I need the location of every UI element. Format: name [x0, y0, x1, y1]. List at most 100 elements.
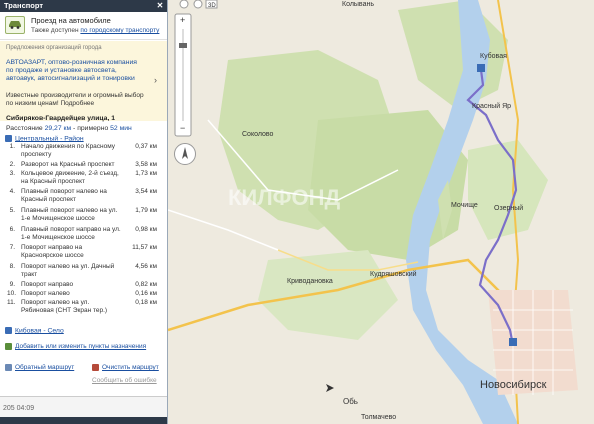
- step-text: Плавный поворот направо на ул. 1-е Мочищ…: [21, 226, 121, 241]
- zoom-in-button[interactable]: +: [180, 15, 185, 25]
- distance-value: 29,27 км: [44, 125, 72, 132]
- end-pin-icon: [5, 327, 12, 334]
- step-text: Поворот направо: [21, 281, 74, 288]
- road: [168, 209, 279, 251]
- step-distance: 0,37 км: [135, 143, 157, 150]
- step-distance: 1,79 км: [135, 207, 157, 214]
- clear-route: Очистить маршрут: [92, 364, 159, 371]
- add-points-link[interactable]: Добавить или изменить пункты назначения: [15, 343, 146, 350]
- step-number: 6.: [9, 226, 15, 233]
- clear-route-link[interactable]: Очистить маршрут: [102, 364, 159, 371]
- step-text: Плавный поворот налево на ул. 1-е Мочище…: [21, 207, 118, 222]
- ad-text: Известные производители и огромный выбор…: [6, 92, 144, 107]
- step-distance: 0,16 км: [135, 290, 157, 297]
- end-marker-icon[interactable]: [477, 64, 485, 72]
- time-value: 52 мин: [110, 125, 132, 132]
- step-text: Поворот направо на Красноярское шоссе: [21, 244, 84, 259]
- sidebar-title: Транспорт: [4, 1, 44, 10]
- route-end: Кибовая - Село: [5, 327, 64, 334]
- reverse-route: Обратный маршрут: [5, 364, 74, 371]
- label-kudryashovsky: Кудряшовский: [370, 270, 417, 278]
- status-text: 205 04:09: [3, 405, 35, 412]
- step-number: 7.: [9, 244, 15, 251]
- add-points: Добавить или изменить пункты назначения: [5, 343, 146, 350]
- time-label: - примерно: [73, 125, 109, 132]
- 3d-label: 3D: [208, 3, 216, 9]
- route-sidebar: Транспорт ✕ Проезд на автомобиле Также д…: [0, 0, 168, 424]
- add-icon: [5, 343, 12, 350]
- distance-label: Расстояние: [6, 125, 43, 132]
- sidebar-header: Транспорт ✕: [0, 0, 167, 12]
- step-number: 4.: [9, 188, 15, 195]
- airport-icon: [326, 384, 334, 392]
- compass-icon[interactable]: [174, 143, 196, 165]
- reverse-route-link[interactable]: Обратный маршрут: [15, 364, 74, 371]
- step-distance: 0,18 км: [135, 299, 157, 306]
- report-error-link[interactable]: Сообщить об ошибке: [92, 377, 157, 384]
- step-number: 1.: [9, 143, 15, 150]
- map-canvas[interactable]: Кубовая Красный Яр Соколово Мочище Озерн…: [168, 0, 594, 424]
- step-text: Начало движения по Красному проспекту: [21, 143, 116, 158]
- step-distance: 0,82 км: [135, 281, 157, 288]
- locate-icon[interactable]: [179, 0, 189, 9]
- step-distance: 11,57 км: [132, 244, 157, 251]
- step-distance: 4,56 км: [135, 263, 157, 270]
- step-number: 8.: [9, 263, 15, 270]
- sidebar-footer: [0, 417, 167, 424]
- label-kubovaya: Кубовая: [480, 52, 507, 60]
- reverse-icon: [5, 364, 12, 371]
- label-ozerny: Озерный: [494, 204, 523, 212]
- label-ob: Обь: [343, 397, 358, 406]
- label-tolmachevo: Толмачево: [361, 414, 396, 421]
- zoom-out-button[interactable]: −: [180, 123, 185, 133]
- public-transport-link[interactable]: по городскому транспорту: [80, 27, 159, 34]
- label-novosibirsk: Новосибирск: [480, 379, 547, 391]
- route-end-link[interactable]: Кибовая - Село: [15, 327, 64, 334]
- forest-area: [258, 250, 398, 340]
- label-sokolovo: Соколово: [242, 131, 274, 138]
- step-text: Поворот налево на ул. Рябиновая (СНТ Экр…: [21, 299, 108, 314]
- transport-mode: Проезд на автомобиле Также доступен по г…: [0, 12, 167, 40]
- mode-title: Проезд на автомобиле: [31, 16, 111, 25]
- start-pin-icon: [5, 135, 12, 142]
- mode-subtitle: Также доступен по городскому транспорту: [31, 27, 159, 34]
- step-text: Поворот налево на ул. Дачный тракт: [21, 263, 115, 278]
- step-number: 10.: [7, 290, 17, 297]
- step-distance: 0,98 км: [135, 226, 157, 233]
- mode-sub-prefix: Также доступен: [31, 27, 79, 34]
- map-view[interactable]: Кубовая Красный Яр Соколово Мочище Озерн…: [168, 0, 594, 424]
- ad-title-link[interactable]: АВТОАЗАРТ, оптово-розничная компания по …: [6, 59, 146, 83]
- label-kolyvan: Колывань: [342, 1, 374, 8]
- close-icon[interactable]: ✕: [156, 2, 164, 10]
- step-number: 2.: [9, 161, 15, 168]
- chevron-right-icon[interactable]: ›: [154, 75, 157, 85]
- ad-block[interactable]: Предложения организаций города АВТОАЗАРТ…: [0, 41, 167, 122]
- step-text: Поворот налево: [21, 290, 70, 297]
- step-distance: 3,58 км: [135, 161, 157, 168]
- clear-icon: [92, 364, 99, 371]
- step-number: 5.: [9, 207, 15, 214]
- zoom-control[interactable]: + −: [174, 13, 192, 139]
- route-start-link[interactable]: Центральный - Район: [15, 135, 84, 142]
- status-bar: 205 04:09: [0, 396, 167, 418]
- route-start: Центральный - Район: [5, 135, 84, 142]
- label-mochishche: Мочище: [451, 202, 478, 209]
- step-distance: 3,54 км: [135, 188, 157, 195]
- label-krivodanovka: Криводановка: [287, 278, 333, 285]
- step-number: 11.: [7, 299, 16, 306]
- step-number: 9.: [9, 281, 15, 288]
- ad-label: Предложения организаций города: [6, 45, 102, 51]
- route-summary: Расстояние 29,27 км - примерно 52 мин: [6, 125, 132, 132]
- watermark: КИЛФОНД: [228, 185, 340, 210]
- step-text: Плавный поворот налево на Красный проспе…: [21, 188, 107, 203]
- map-top-controls: 3D: [179, 0, 219, 12]
- step-text: Кольцевое движение, 2-й съезд, на Красны…: [21, 170, 119, 185]
- step-distance: 1,73 км: [135, 170, 157, 177]
- step-text: Разворот на Красный проспект: [21, 161, 115, 168]
- ad-address: Сибиряков-Гвардейцев улица, 1: [6, 115, 116, 122]
- layers-icon[interactable]: [193, 0, 203, 9]
- step-number: 3.: [9, 170, 15, 177]
- start-marker-icon[interactable]: [509, 338, 517, 346]
- zoom-slider-handle[interactable]: [179, 43, 187, 48]
- car-icon[interactable]: [5, 16, 25, 34]
